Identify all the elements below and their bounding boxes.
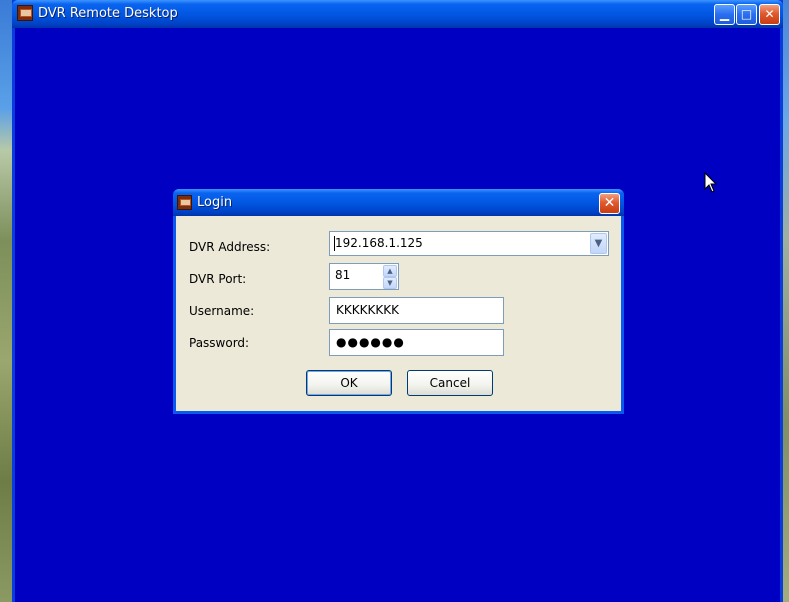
- username-input[interactable]: KKKKKKKK: [329, 297, 504, 324]
- login-dialog: Login ✕ DVR Address: 192.168.1.125 ▼ DVR…: [173, 189, 624, 414]
- dvr-port-label: DVR Port:: [189, 272, 247, 286]
- minimize-button[interactable]: ▁: [714, 4, 735, 25]
- maximize-icon: □: [740, 7, 753, 21]
- minimize-icon: ▁: [719, 7, 730, 21]
- dvr-port-spinner[interactable]: 81 ▲ ▼: [329, 263, 399, 290]
- text-caret: [334, 236, 335, 251]
- chevron-down-icon[interactable]: ▼: [590, 233, 607, 254]
- password-value: ●●●●●●: [336, 335, 405, 349]
- dialog-title: Login: [197, 195, 233, 210]
- password-input[interactable]: ●●●●●●: [329, 329, 504, 356]
- window-title: DVR Remote Desktop: [38, 6, 178, 21]
- login-form: DVR Address: 192.168.1.125 ▼ DVR Port: 8…: [176, 216, 621, 411]
- maximize-button[interactable]: □: [736, 4, 757, 25]
- login-title-bar[interactable]: Login ✕: [173, 189, 624, 216]
- username-value: KKKKKKKK: [336, 303, 399, 317]
- password-label: Password:: [189, 336, 250, 350]
- close-button[interactable]: ✕: [759, 4, 780, 25]
- arrow-down-icon[interactable]: ▼: [383, 277, 397, 289]
- dvr-address-combobox[interactable]: 192.168.1.125 ▼: [329, 231, 609, 256]
- desktop-background-left: [0, 0, 12, 602]
- cancel-button[interactable]: Cancel: [407, 370, 493, 396]
- dvr-port-value[interactable]: 81: [335, 268, 350, 282]
- dvr-address-value[interactable]: 192.168.1.125: [335, 236, 423, 250]
- desktop-background-right: [783, 0, 789, 602]
- close-icon: ✕: [603, 195, 616, 211]
- dialog-close-button[interactable]: ✕: [599, 193, 620, 214]
- dvr-address-label: DVR Address:: [189, 240, 271, 254]
- arrow-up-icon[interactable]: ▲: [383, 265, 397, 277]
- mouse-pointer-icon: [704, 172, 718, 193]
- main-title-bar[interactable]: DVR Remote Desktop ▁ □ ✕: [12, 0, 783, 28]
- ok-button[interactable]: OK: [306, 370, 392, 396]
- dvr-app-icon[interactable]: [17, 5, 33, 21]
- dvr-app-icon: [177, 195, 192, 210]
- username-label: Username:: [189, 304, 255, 318]
- close-icon: ✕: [764, 7, 775, 21]
